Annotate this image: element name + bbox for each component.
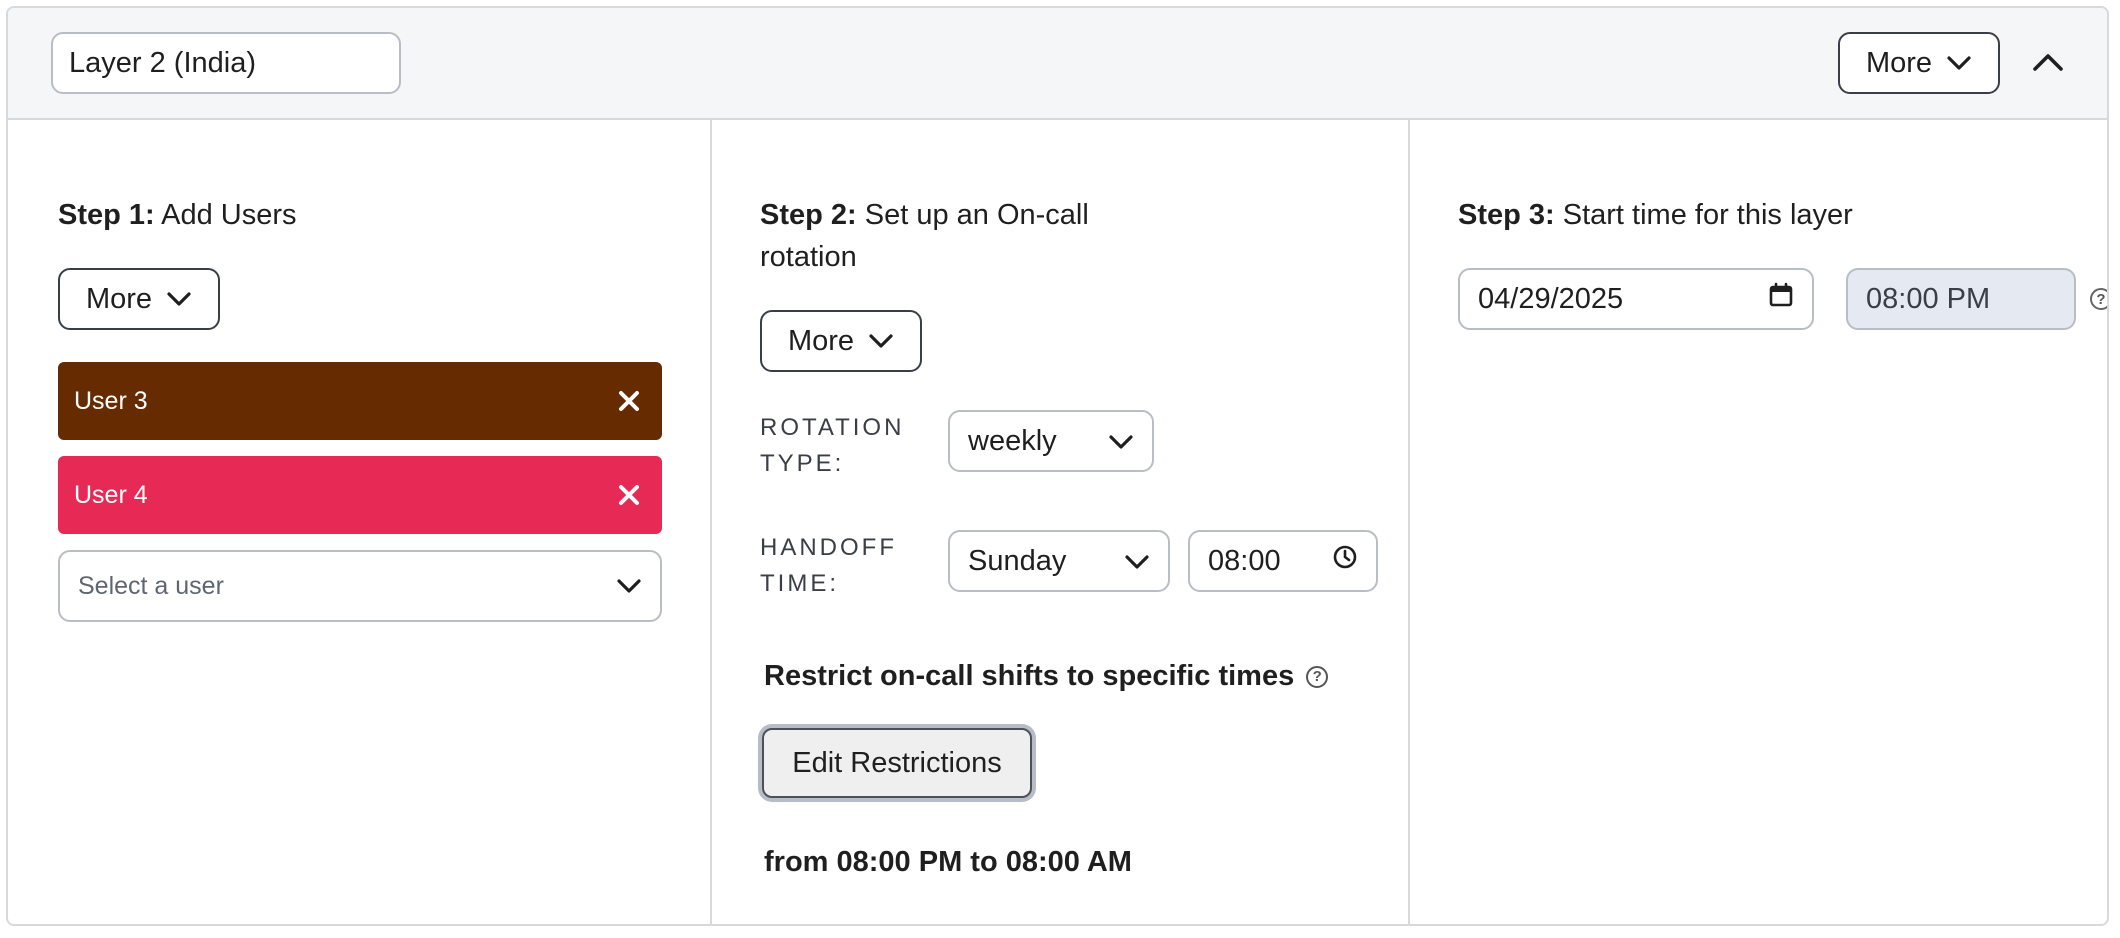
column-divider (1408, 120, 1410, 924)
start-time-value: 08:00 PM (1866, 282, 1991, 315)
start-date-input[interactable]: 04/29/2025 (1458, 268, 1814, 330)
restriction-range-text: from 08:00 PM to 08:00 AM (764, 846, 1132, 878)
question-circle-icon[interactable]: ? (2090, 288, 2107, 310)
user-chip: User 3 (58, 362, 662, 440)
step2-title-text: Set up an On-call (856, 199, 1089, 231)
chevron-down-icon (1124, 545, 1150, 578)
chevron-down-icon (868, 333, 894, 349)
step1-title-text: Add Users (154, 199, 297, 231)
step2-more-button[interactable]: More (760, 310, 922, 372)
chevron-down-icon (1108, 425, 1134, 458)
handoff-day-select[interactable]: Sunday (948, 530, 1170, 592)
start-time-input[interactable]: 08:00 PM (1846, 268, 2076, 330)
chevron-down-icon (1946, 55, 1972, 71)
step1-title: Step 1: Add Users (58, 194, 297, 236)
question-circle-icon[interactable]: ? (1306, 665, 1329, 688)
handoff-time-value: 08:00 (1208, 544, 1281, 577)
step1-more-button[interactable]: More (58, 268, 220, 330)
help-glyph: ? (2096, 290, 2106, 308)
close-icon[interactable] (614, 480, 644, 510)
chevron-down-icon (166, 291, 192, 307)
start-date-value: 04/29/2025 (1478, 282, 1624, 315)
layer-header: More (8, 8, 2107, 120)
handoff-time-label: HANDOFF TIME: (760, 530, 897, 602)
clock-icon[interactable] (1332, 544, 1358, 578)
step1-more-label: More (85, 282, 153, 315)
step2-title-text-line2: rotation (760, 241, 857, 273)
header-more-button[interactable]: More (1838, 32, 2000, 94)
restrict-shifts-label: Restrict on-call shifts to specific time… (764, 660, 1329, 693)
layer-name-input[interactable] (51, 32, 401, 94)
chevron-down-icon (616, 572, 642, 601)
rotation-type-select[interactable]: weekly (948, 410, 1154, 472)
step3-title-bold: Step 3: (1458, 199, 1555, 231)
select-user-placeholder: Select a user (78, 571, 224, 600)
handoff-time-label-line1: HANDOFF (760, 534, 897, 561)
step2-more-label: More (787, 324, 855, 357)
layer-card: More Step 1: Add Users More User 3 User … (6, 6, 2109, 926)
step3-title-text: Start time for this layer (1554, 199, 1853, 231)
step2-title-bold: Step 2: (760, 199, 857, 231)
handoff-time-label-line2: TIME: (760, 570, 839, 597)
close-icon[interactable] (614, 386, 644, 416)
rotation-type-value: weekly (968, 424, 1057, 457)
edit-restrictions-label: Edit Restrictions (792, 746, 1002, 779)
help-glyph: ? (1312, 668, 1322, 685)
restrict-shifts-text: Restrict on-call shifts to specific time… (764, 660, 1295, 692)
step3-title: Step 3: Start time for this layer (1458, 194, 1853, 236)
rotation-type-label: ROTATION TYPE: (760, 410, 904, 482)
user-chip-name: User 4 (74, 480, 148, 509)
step2-title: Step 2: Set up an On-call rotation (760, 194, 1089, 278)
handoff-day-value: Sunday (968, 544, 1067, 577)
rotation-type-label-line2: TYPE: (760, 450, 845, 477)
edit-restrictions-button[interactable]: Edit Restrictions (762, 728, 1032, 798)
select-user-dropdown[interactable]: Select a user (58, 550, 662, 622)
chevron-up-icon (2032, 52, 2064, 77)
user-chip-name: User 3 (74, 386, 148, 415)
header-more-label: More (1865, 46, 1933, 79)
handoff-time-input[interactable]: 08:00 (1188, 530, 1378, 592)
calendar-icon[interactable] (1768, 282, 1794, 316)
rotation-type-label-line1: ROTATION (760, 414, 905, 441)
column-divider (710, 120, 712, 924)
step1-title-bold: Step 1: (58, 199, 155, 231)
collapse-button[interactable] (2026, 46, 2070, 82)
user-chip: User 4 (58, 456, 662, 534)
